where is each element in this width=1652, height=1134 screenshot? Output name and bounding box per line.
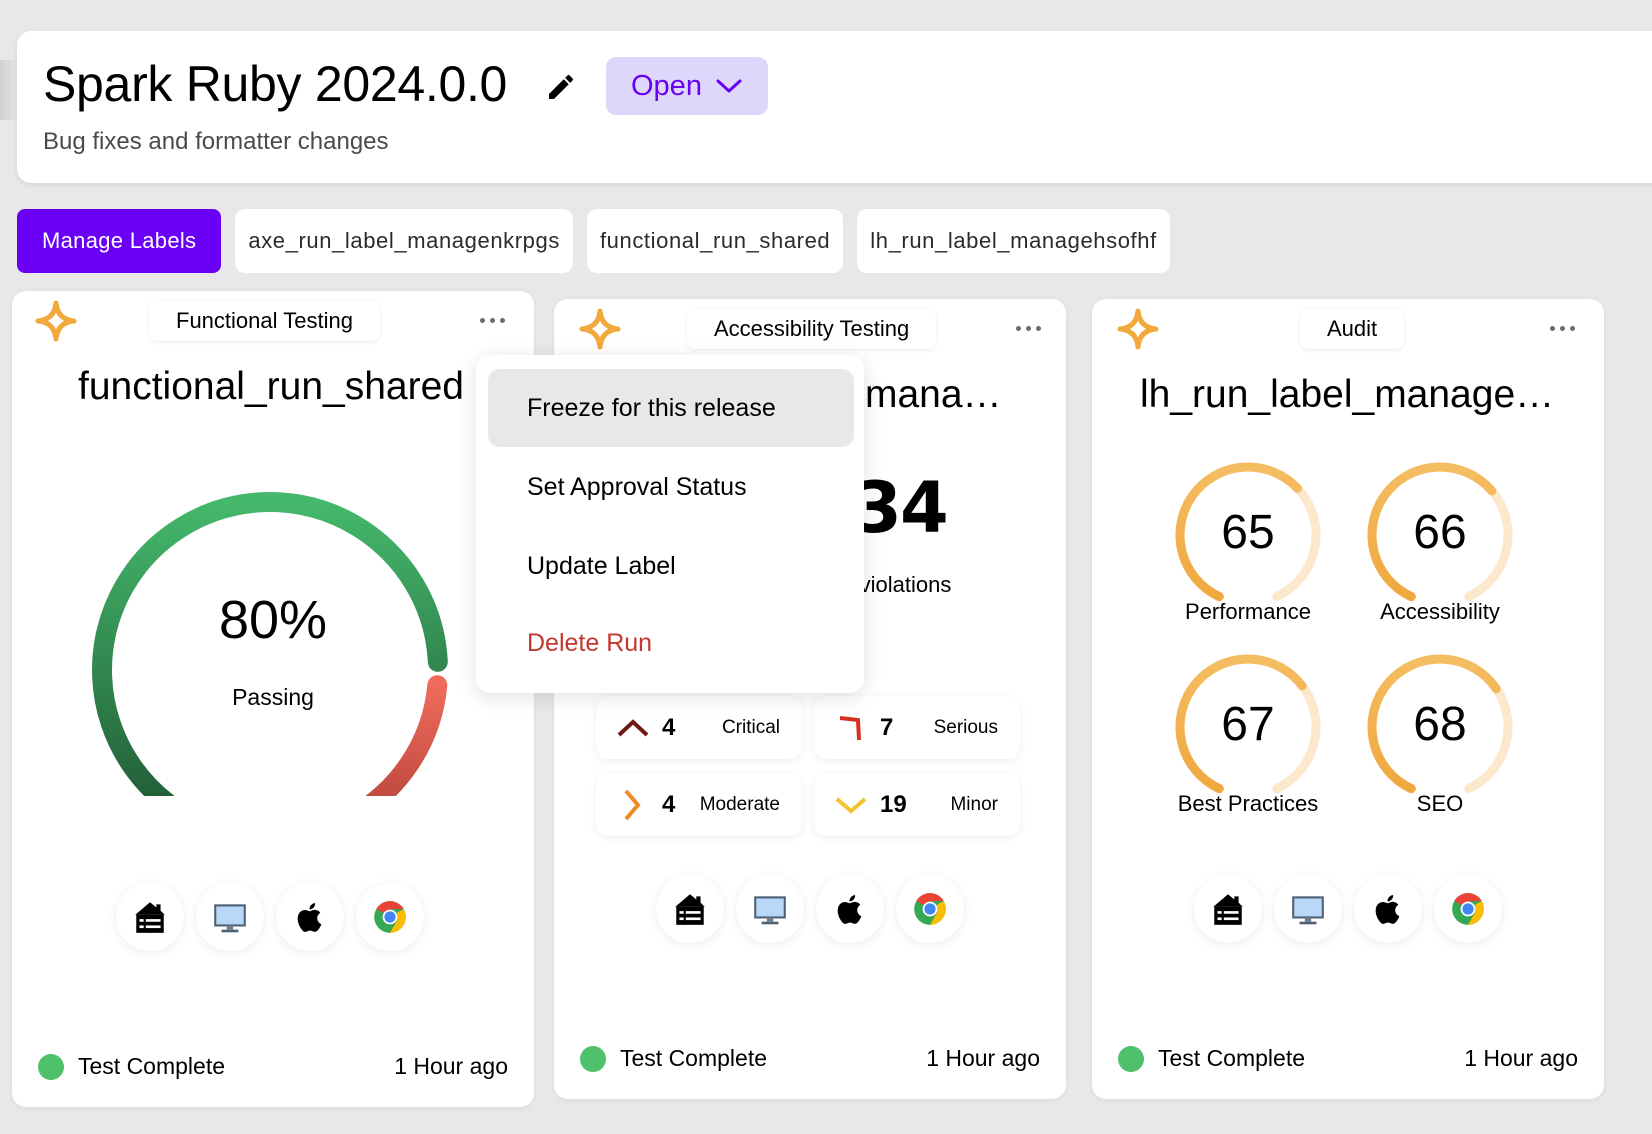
label-chip[interactable]: lh_run_label_managehsofhf <box>857 209 1170 273</box>
platform-list <box>1194 875 1502 943</box>
run-time: 1 Hour ago <box>394 1053 508 1079</box>
chrome-icon <box>896 875 964 943</box>
score-value: 67 <box>1221 698 1275 751</box>
run-status: Test Complete <box>78 1053 226 1079</box>
platform-list <box>656 875 964 943</box>
desktop-icon <box>1274 875 1342 943</box>
score-label: Performance <box>1185 599 1311 624</box>
run-title: lh_run_label_manage… <box>1140 373 1555 416</box>
desktop-icon <box>736 875 804 943</box>
score-value: 65 <box>1221 506 1275 559</box>
label-chip[interactable]: axe_run_label_managenkrpgs <box>235 209 573 273</box>
status-complete-icon <box>38 1053 64 1080</box>
severity-count: 4 <box>662 713 676 741</box>
score-label: Accessibility <box>1380 599 1500 624</box>
desktop-icon <box>196 883 264 951</box>
menu-item-update-label[interactable]: Update Label <box>488 527 854 605</box>
severity-count: 4 <box>662 790 676 818</box>
severity-serious[interactable]: 7 Serious <box>814 696 1020 759</box>
status-complete-icon <box>1118 1045 1144 1072</box>
server-icon <box>116 883 184 951</box>
run-title: functional_run_shared <box>78 365 464 408</box>
score-value: 66 <box>1413 506 1467 559</box>
pencil-icon[interactable] <box>545 71 577 103</box>
pass-rate-value: 80% <box>218 590 328 650</box>
moderate-icon <box>624 789 641 820</box>
release-status-label: Open <box>631 69 702 102</box>
menu-item-freeze[interactable]: Freeze for this release <box>488 369 854 447</box>
severity-label: Minor <box>950 793 998 815</box>
release-status-dropdown[interactable]: Open <box>606 57 768 115</box>
run-type-chip: Functional Testing <box>149 301 380 341</box>
run-status-footer: Test Complete 1 Hour ago <box>580 1045 1040 1072</box>
label-chip[interactable]: functional_run_shared <box>586 209 844 273</box>
severity-minor[interactable]: 19 Minor <box>814 773 1020 836</box>
chrome-icon <box>356 883 424 951</box>
more-options-button[interactable] <box>1010 318 1046 338</box>
release-header: Spark Ruby 2024.0.0 Open Bug fixes and f… <box>17 31 1652 183</box>
apple-icon <box>1354 875 1422 943</box>
run-options-menu: Freeze for this release Set Approval Sta… <box>476 355 864 693</box>
run-card-functional[interactable]: Functional Testing functional_run_shared… <box>12 291 534 1107</box>
run-status: Test Complete <box>1158 1045 1306 1071</box>
minor-icon <box>835 796 867 814</box>
audit-score-seo: 68 SEO <box>1350 649 1530 829</box>
audit-score-best-practices: 67 Best Practices <box>1158 649 1338 829</box>
run-time: 1 Hour ago <box>926 1045 1040 1071</box>
critical-icon <box>617 718 649 736</box>
run-status: Test Complete <box>620 1045 768 1071</box>
apple-icon <box>276 883 344 951</box>
manage-labels-button[interactable]: Manage Labels <box>17 209 222 273</box>
run-time: 1 Hour ago <box>1464 1045 1578 1071</box>
run-status-footer: Test Complete 1 Hour ago <box>1118 1045 1578 1072</box>
severity-label: Moderate <box>699 793 780 815</box>
run-card-audit[interactable]: Audit lh_run_label_manage… 65 Performanc… <box>1092 299 1604 1099</box>
severity-label: Serious <box>933 716 998 738</box>
chevron-down-icon <box>716 79 742 93</box>
status-complete-icon <box>580 1045 606 1072</box>
server-icon <box>1194 875 1262 943</box>
more-options-button[interactable] <box>1544 318 1580 338</box>
platform-list <box>116 883 424 951</box>
run-type-chip: Audit <box>1300 309 1405 349</box>
run-type-chip: Accessibility Testing <box>687 309 937 349</box>
score-label: Best Practices <box>1177 791 1319 816</box>
menu-item-set-approval-status[interactable]: Set Approval Status <box>488 448 854 526</box>
spark-icon <box>34 299 78 343</box>
severity-critical[interactable]: 4 Critical <box>596 696 802 759</box>
chrome-icon <box>1434 875 1502 943</box>
audit-score-accessibility: 66 Accessibility <box>1350 457 1530 637</box>
release-title: Spark Ruby 2024.0.0 <box>43 56 508 112</box>
severity-label: Critical <box>721 716 780 738</box>
severity-count: 7 <box>880 713 894 741</box>
menu-item-delete-run[interactable]: Delete Run <box>488 604 854 682</box>
more-options-button[interactable] <box>474 310 510 330</box>
run-title: mana… <box>865 373 1002 416</box>
apple-icon <box>816 875 884 943</box>
severity-grid: 4 Critical 7 Serious 4 Moderate 19 Minor <box>596 696 1020 836</box>
pass-rate-caption: Passing <box>232 684 314 710</box>
audit-score-performance: 65 Performance <box>1158 457 1338 637</box>
severity-moderate[interactable]: 4 Moderate <box>596 773 802 836</box>
run-status-footer: Test Complete 1 Hour ago <box>38 1053 508 1080</box>
release-subtitle: Bug fixes and formatter changes <box>43 128 389 155</box>
score-value: 68 <box>1413 698 1467 751</box>
server-icon <box>656 875 724 943</box>
labels-row: Manage Labels axe_run_label_managenkrpgs… <box>17 209 1170 273</box>
serious-icon <box>839 715 861 740</box>
spark-icon <box>1116 307 1160 351</box>
spark-icon <box>578 307 622 351</box>
audit-scores: 65 Performance 66 Accessibility 67 Best … <box>1158 457 1530 829</box>
score-label: SEO <box>1416 791 1464 816</box>
severity-count: 19 <box>880 790 907 818</box>
